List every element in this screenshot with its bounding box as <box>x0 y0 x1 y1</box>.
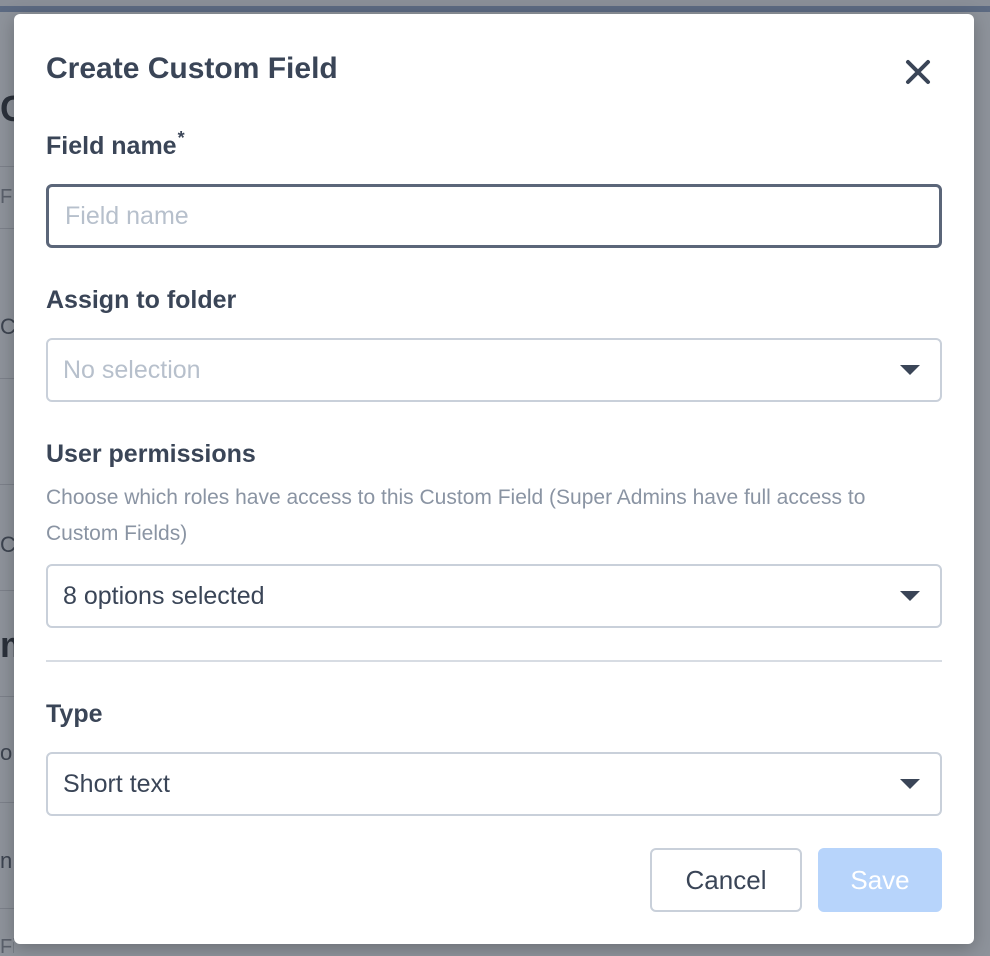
background-text-fragment: Cu <box>0 314 14 339</box>
background-divider <box>0 484 14 485</box>
background-text-fragment: F <box>0 186 13 208</box>
create-custom-field-modal: Create Custom Field Field name* Assign t… <box>14 14 974 944</box>
user-permissions-label: User permissions <box>46 440 256 468</box>
chevron-down-icon <box>900 779 920 789</box>
save-button[interactable]: Save <box>818 848 942 912</box>
field-name-label: Field name* <box>46 128 185 161</box>
type-select-value: Short text <box>63 770 170 798</box>
user-permissions-help: Choose which roles have access to this C… <box>46 486 866 545</box>
modal-title: Create Custom Field <box>46 52 338 85</box>
background-divider <box>0 802 14 803</box>
close-button[interactable] <box>900 54 936 90</box>
background-top-bar <box>0 6 990 12</box>
permissions-select[interactable]: 8 options selected <box>46 564 942 628</box>
background-divider <box>0 590 14 591</box>
field-name-label-text: Field name <box>46 132 177 160</box>
section-divider <box>46 660 942 662</box>
background-text-fragment: o <box>0 740 13 765</box>
background-text-fragment: n <box>0 848 13 873</box>
close-icon <box>906 60 930 84</box>
background-divider <box>0 378 14 379</box>
folder-select-value: No selection <box>63 356 201 384</box>
folder-select[interactable]: No selection <box>46 338 942 402</box>
background-text-fragment: Field <box>0 936 14 956</box>
field-name-input[interactable] <box>46 184 942 248</box>
required-mark: * <box>177 128 185 148</box>
type-label: Type <box>46 700 103 728</box>
chevron-down-icon <box>900 591 920 601</box>
permissions-select-value: 8 options selected <box>63 582 265 610</box>
background-divider <box>0 908 14 909</box>
type-select[interactable]: Short text <box>46 752 942 816</box>
background-text-fragment: m <box>0 624 14 666</box>
background-divider <box>0 228 14 229</box>
background-text-fragment: C <box>0 88 14 129</box>
background-divider <box>0 166 14 167</box>
chevron-down-icon <box>900 365 920 375</box>
background-text-fragment: Cu <box>0 532 14 557</box>
background-divider <box>0 696 14 697</box>
assign-folder-label: Assign to folder <box>46 286 237 314</box>
cancel-button[interactable]: Cancel <box>650 848 802 912</box>
